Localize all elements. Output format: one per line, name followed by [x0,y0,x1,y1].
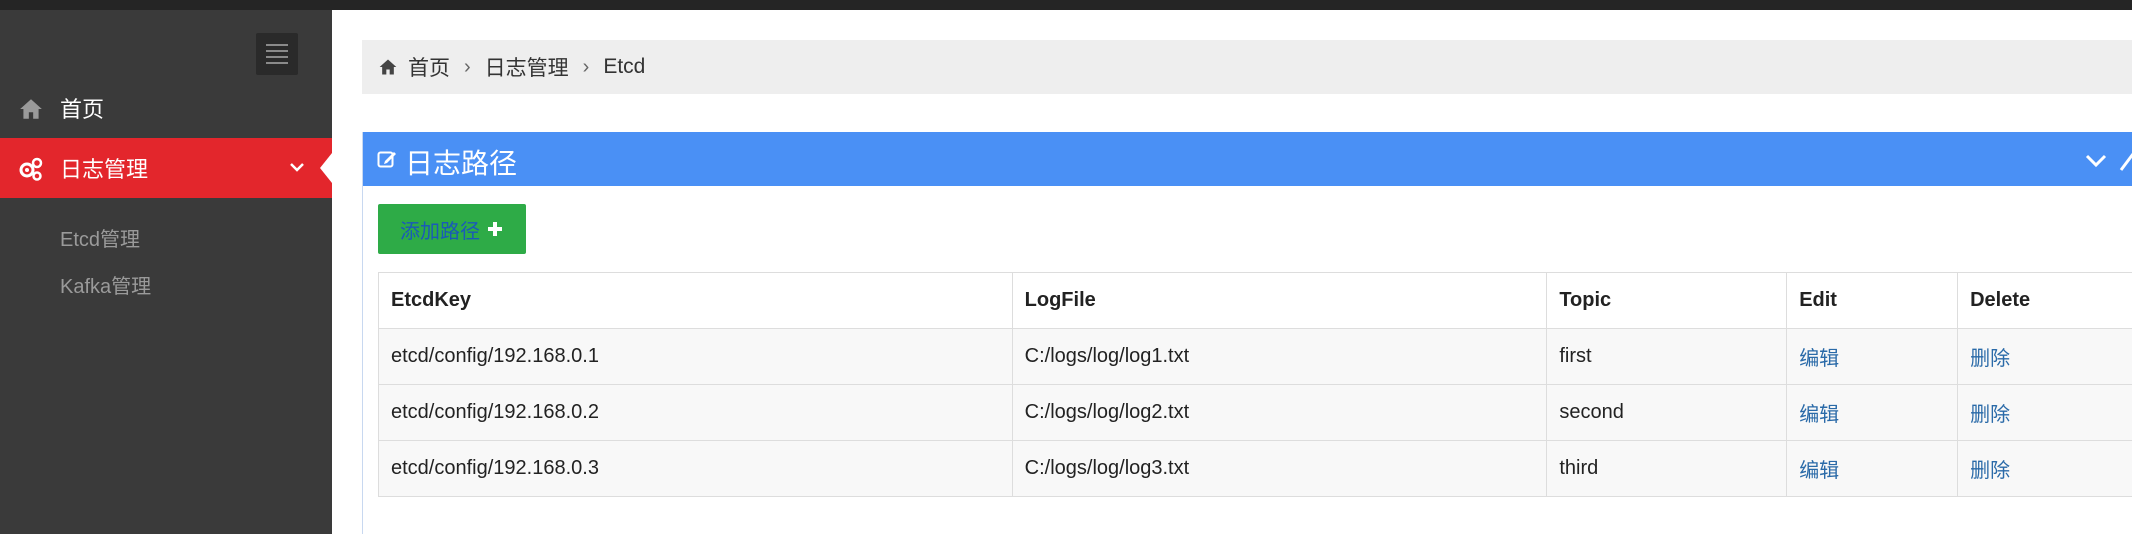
column-header-topic: Topic [1546,272,1788,329]
menu-line [266,50,288,52]
edit-link[interactable]: 编辑 [1786,440,1959,497]
chevron-right-icon: › [582,55,590,78]
etcd-key-cell: etcd/config/192.168.0.1 [378,328,1013,385]
topic-cell: third [1546,440,1788,497]
menu-line [266,44,288,46]
column-header-delete: Delete [1957,272,2132,329]
etcd-key-cell: etcd/config/192.168.0.2 [378,384,1013,441]
etcd-table: EtcdKey LogFile Topic Edit Delete etcd/c… [378,272,2132,497]
logfile-cell: C:/logs/log/log1.txt [1011,328,1548,385]
add-path-button[interactable]: 添加路径 [378,204,526,254]
gears-icon [19,157,43,181]
home-icon [20,99,42,119]
table-row: etcd/config/192.168.0.3 C:/logs/log/log3… [378,440,2132,497]
column-header-logfile: LogFile [1011,272,1548,329]
delete-link[interactable]: 删除 [1957,328,2132,385]
home-icon [379,59,397,75]
sidebar-toggle-button[interactable] [256,33,298,75]
main-content: 首页 › 日志管理 › Etcd 日志路径 添加路径 EtcdKey LogFi… [332,10,2132,534]
add-path-label: 添加路径 [400,220,480,243]
breadcrumb-logs[interactable]: 日志管理 [485,52,569,82]
table-header-row: EtcdKey LogFile Topic Edit Delete [378,272,2132,329]
sidebar-item-label: 首页 [60,97,105,122]
delete-link[interactable]: 删除 [1957,384,2132,441]
topic-cell: second [1546,384,1788,441]
plus-icon [488,222,502,236]
logfile-cell: C:/logs/log/log3.txt [1011,440,1548,497]
sidebar-item-home[interactable]: 首页 [0,78,332,138]
logfile-cell: C:/logs/log/log2.txt [1011,384,1548,441]
chevron-down-icon[interactable] [2083,149,2109,171]
topic-cell: first [1546,328,1788,385]
edit-icon [377,151,396,168]
sidebar: 首页 日志管理 Etcd管理 Kafka管理 [0,10,332,534]
column-header-edit: Edit [1786,272,1959,329]
table-row: etcd/config/192.168.0.1 C:/logs/log/log1… [378,328,2132,385]
active-indicator [320,153,332,183]
sidebar-subitem-etcd[interactable]: Etcd管理 [60,223,140,252]
breadcrumb-current: Etcd [603,55,646,78]
edit-link[interactable]: 编辑 [1786,328,1959,385]
breadcrumb-home[interactable]: 首页 [408,52,450,82]
sidebar-item-logs[interactable]: 日志管理 [0,138,332,198]
delete-link[interactable]: 删除 [1957,440,2132,497]
edit-link[interactable]: 编辑 [1786,384,1959,441]
chevron-right-icon: › [464,55,471,78]
etcd-key-cell: etcd/config/192.168.0.3 [378,440,1013,497]
top-bar [0,0,2132,10]
menu-line [266,56,288,58]
menu-line [266,62,288,64]
panel-title: 日志路径 [405,148,518,179]
column-header-etcdkey: EtcdKey [378,272,1013,329]
wrench-icon[interactable] [2119,146,2132,172]
panel-header: 日志路径 [363,132,2132,186]
table-row: etcd/config/192.168.0.2 C:/logs/log/log2… [378,384,2132,441]
sidebar-subitem-kafka[interactable]: Kafka管理 [60,270,151,299]
chevron-down-icon [290,163,304,172]
sidebar-item-label: 日志管理 [60,157,149,182]
breadcrumb: 首页 › 日志管理 › Etcd [362,40,2132,94]
log-path-panel: 日志路径 添加路径 EtcdKey LogFile Topic Edit Del… [362,132,2132,534]
